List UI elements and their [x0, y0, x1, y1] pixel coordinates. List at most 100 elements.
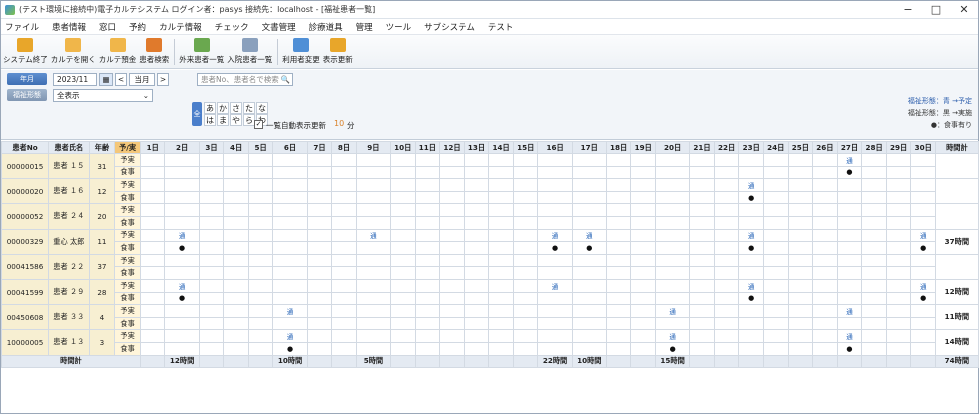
day-cell[interactable] [787, 266, 814, 280]
day-cell[interactable] [223, 178, 249, 192]
day-cell[interactable] [223, 215, 249, 230]
day-cell[interactable] [331, 190, 357, 205]
day-cell[interactable] [571, 291, 607, 306]
table-row-meal[interactable]: 食事 ● ● ● ● ● [2, 241, 979, 255]
patient-no-cell[interactable]: 00000329 [0, 228, 50, 255]
column-header[interactable]: 21日 [689, 141, 715, 154]
day-cell[interactable] [355, 241, 391, 255]
day-cell[interactable] [355, 215, 391, 230]
day-cell[interactable] [463, 190, 490, 205]
day-cell[interactable] [247, 341, 274, 356]
column-header[interactable]: 13日 [463, 141, 490, 154]
day-cell[interactable] [787, 304, 814, 318]
day-cell[interactable] [812, 241, 838, 255]
column-header[interactable]: 患者氏名 [48, 141, 90, 154]
search-icon[interactable]: 🔍 [281, 75, 290, 84]
day-cell[interactable] [738, 165, 764, 180]
day-cell[interactable] [488, 203, 514, 217]
day-cell[interactable] [861, 215, 887, 230]
column-header[interactable]: 19日 [630, 141, 657, 154]
day-cell[interactable] [198, 266, 225, 280]
table-row-meal[interactable]: 食事 ● ● ● [2, 291, 979, 306]
toolbar-button[interactable]: カルテを開く [51, 35, 96, 65]
visit-mark[interactable]: 通 [537, 278, 573, 293]
day-cell[interactable] [512, 241, 539, 255]
day-cell[interactable] [414, 316, 441, 331]
day-cell[interactable] [414, 228, 441, 243]
visit-mark[interactable]: 通 [272, 304, 308, 318]
day-cell[interactable] [389, 291, 416, 306]
day-cell[interactable] [272, 316, 308, 331]
day-cell[interactable] [861, 278, 887, 293]
day-cell[interactable] [713, 215, 740, 230]
day-cell[interactable] [630, 329, 657, 343]
day-cell[interactable] [198, 165, 225, 180]
day-cell[interactable] [571, 266, 607, 280]
day-cell[interactable] [787, 215, 814, 230]
column-header[interactable]: 3日 [198, 141, 225, 154]
close-button[interactable]: ✕ [950, 1, 978, 19]
day-cell[interactable] [910, 266, 936, 280]
day-cell[interactable] [306, 266, 333, 280]
day-cell[interactable] [272, 203, 308, 217]
menu-item[interactable]: 予約 [129, 21, 146, 33]
visit-mark[interactable]: 通 [738, 278, 764, 293]
day-cell[interactable] [571, 253, 607, 268]
day-cell[interactable] [885, 341, 912, 356]
menu-item[interactable]: ファイル [5, 21, 39, 33]
column-header[interactable]: 15日 [512, 141, 539, 154]
day-cell[interactable] [762, 178, 789, 192]
day-cell[interactable] [164, 215, 200, 230]
day-cell[interactable] [812, 228, 838, 243]
day-cell[interactable] [331, 165, 357, 180]
day-cell[interactable] [198, 291, 225, 306]
column-header[interactable]: 年齢 [88, 141, 116, 154]
kana-button[interactable]: さ [230, 102, 242, 114]
calendar-icon[interactable]: ▦ [99, 73, 113, 86]
day-cell[interactable] [836, 190, 863, 205]
day-cell[interactable] [836, 178, 863, 192]
day-cell[interactable] [605, 241, 632, 255]
day-cell[interactable] [512, 304, 539, 318]
table-row[interactable]: 00000015 患者 １５ 31 予実 通 [0, 152, 979, 180]
day-cell[interactable] [164, 316, 200, 331]
day-cell[interactable] [512, 190, 539, 205]
day-cell[interactable] [355, 253, 391, 268]
filter-select[interactable]: 全表示 ⌄ [53, 89, 153, 102]
day-cell[interactable] [655, 190, 691, 205]
patient-name-cell[interactable]: 患者 ２４ [48, 203, 90, 230]
day-cell[interactable] [414, 165, 441, 180]
kana-button[interactable]: あ [204, 102, 216, 114]
day-cell[interactable] [139, 178, 166, 192]
day-cell[interactable] [331, 215, 357, 230]
day-cell[interactable] [272, 153, 308, 167]
day-cell[interactable] [463, 165, 490, 180]
auto-refresh-checkbox[interactable]: ✓ [254, 120, 263, 129]
day-cell[interactable] [762, 291, 789, 306]
day-cell[interactable] [738, 341, 764, 356]
day-cell[interactable] [885, 278, 912, 293]
column-header[interactable]: 28日 [861, 141, 887, 154]
day-cell[interactable] [689, 316, 715, 331]
day-cell[interactable] [885, 165, 912, 180]
day-cell[interactable] [861, 228, 887, 243]
day-cell[interactable] [512, 153, 539, 167]
day-cell[interactable] [463, 203, 490, 217]
day-cell[interactable] [198, 341, 225, 356]
day-cell[interactable] [571, 316, 607, 331]
day-cell[interactable] [272, 228, 308, 243]
day-cell[interactable] [164, 266, 200, 280]
day-cell[interactable] [331, 278, 357, 293]
patient-no-cell[interactable]: 00000052 [0, 203, 50, 230]
patient-name-cell[interactable]: 患者 １５ [48, 152, 90, 180]
day-cell[interactable] [512, 253, 539, 268]
day-cell[interactable] [512, 165, 539, 180]
day-cell[interactable] [223, 304, 249, 318]
day-cell[interactable] [713, 165, 740, 180]
day-cell[interactable] [488, 165, 514, 180]
day-cell[interactable] [836, 316, 863, 331]
day-cell[interactable] [689, 228, 715, 243]
day-cell[interactable] [689, 178, 715, 192]
meal-dot[interactable]: ● [655, 341, 691, 356]
day-cell[interactable] [910, 304, 936, 318]
